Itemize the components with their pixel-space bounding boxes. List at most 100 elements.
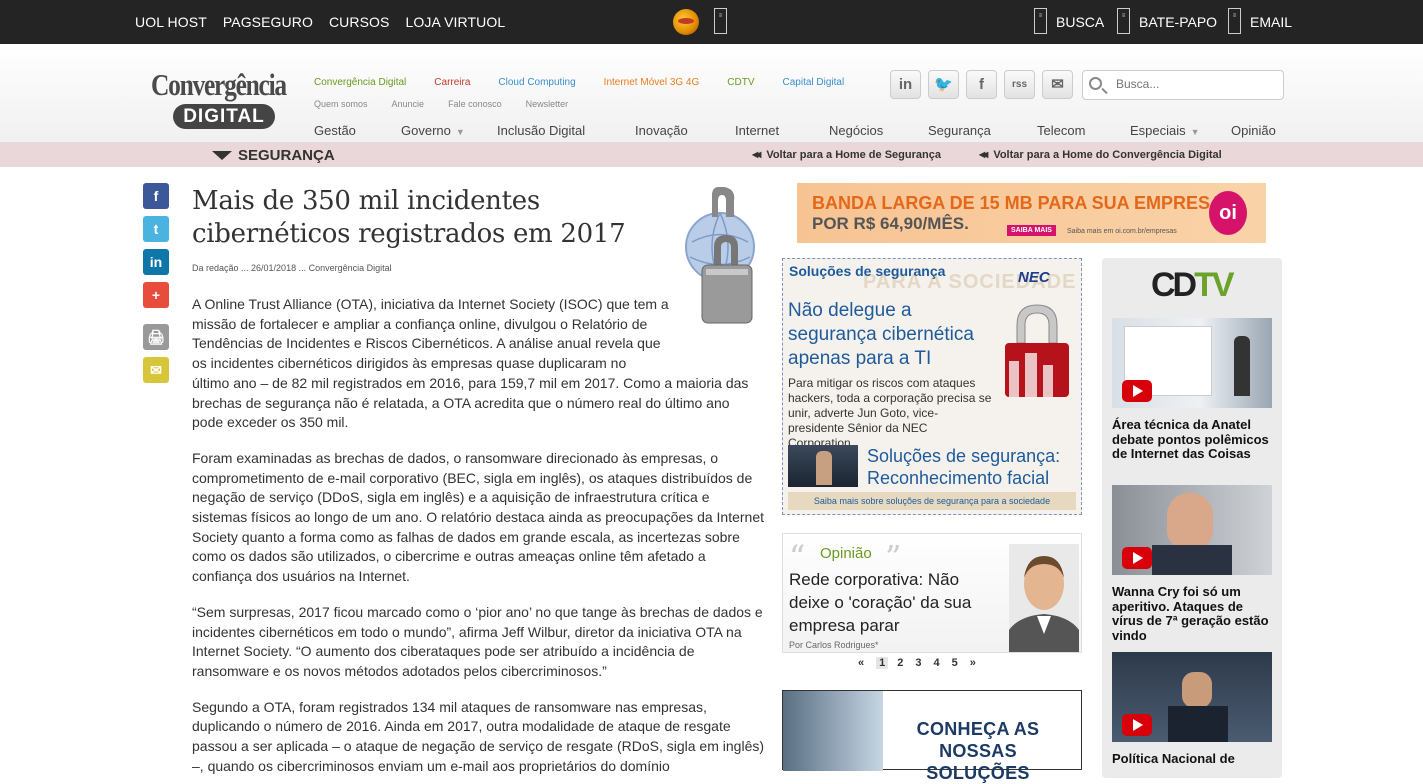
anuncie-link[interactable]: Anuncie <box>392 99 425 109</box>
opinion-title[interactable]: Rede corporativa: Não deixe o 'coração' … <box>789 568 1004 637</box>
chevron-down-icon: ▼ <box>455 127 465 137</box>
article: Mais de 350 mil incidentes cibernéticos … <box>192 185 767 776</box>
video-caption[interactable]: Wanna Cry foi só um aperitivo. Ataques d… <box>1112 584 1272 643</box>
uol-host-link[interactable]: UOL HOST <box>135 14 207 30</box>
back-to-seguranca-link[interactable]: Voltar para a Home de Segurança <box>752 149 941 161</box>
institutional-links: Quem somos Anuncie Fale conosco Newslett… <box>314 99 592 109</box>
linkedin-share-icon[interactable]: in <box>143 249 169 275</box>
speaker-image <box>1234 336 1250 396</box>
pager-prev[interactable]: « <box>858 657 864 669</box>
nav-governo[interactable]: Governo ▼ <box>401 123 465 138</box>
channel-link-capital[interactable]: Capital Digital <box>783 77 845 88</box>
opinion-label: Opinião <box>820 545 872 562</box>
nec-header: Soluções de segurança <box>789 263 946 279</box>
newsletter-link[interactable]: Newsletter <box>526 99 569 109</box>
uol-logo-icon[interactable] <box>673 9 699 35</box>
video-caption[interactable]: Política Nacional de <box>1112 751 1272 767</box>
nec-headline[interactable]: Não delegue a segurança cibernética apen… <box>788 299 988 371</box>
search-input[interactable] <box>1116 77 1276 91</box>
nav-inclusao[interactable]: Inclusão Digital <box>497 123 585 138</box>
email-link[interactable]: EMAIL <box>1250 14 1292 30</box>
pager-page-4[interactable]: 4 <box>934 657 940 669</box>
search-box <box>1082 70 1284 100</box>
chevron-down-icon: ▼ <box>1190 127 1200 137</box>
article-paragraph-4: Segundo a OTA, foram registrados 134 mil… <box>192 698 765 774</box>
channel-link-cloud[interactable]: Cloud Computing <box>498 77 575 88</box>
twitter-share-icon[interactable]: t <box>143 216 169 242</box>
solutions-ad[interactable]: CONHEÇA AS NOSSAS SOLUÇÕES <box>782 690 1082 783</box>
back-to-home-link[interactable]: Voltar para a Home do Convergência Digit… <box>979 149 1221 161</box>
linkedin-icon[interactable]: in <box>890 70 921 99</box>
logo-text-1: Convergência <box>151 67 287 102</box>
channel-link-movel[interactable]: Internet Móvel 3G 4G <box>604 77 700 88</box>
convergencia-digital-logo[interactable]: Convergência DIGITAL <box>151 67 297 129</box>
nav-opiniao[interactable]: Opinião <box>1231 123 1276 138</box>
nav-gestao[interactable]: Gestão <box>314 123 356 138</box>
loja-virtuol-link[interactable]: LOJA VIRTUOL <box>405 14 505 30</box>
pager-page-1[interactable]: 1 <box>876 657 889 669</box>
nec-ad-box[interactable]: PARA A SOCIEDADE Soluções de segurança N… <box>782 258 1082 515</box>
play-icon[interactable] <box>1122 547 1152 569</box>
ad-url: Saiba mais em oi.com.br/empresas <box>1067 228 1177 235</box>
logo-text-2: DIGITAL <box>173 104 275 129</box>
twitter-icon[interactable]: 🐦 <box>928 70 959 99</box>
ad-person-image <box>783 691 883 771</box>
channel-link-cdtv[interactable]: CDTV <box>727 77 754 88</box>
quem-somos-link[interactable]: Quem somos <box>314 99 368 109</box>
nav-telecom[interactable]: Telecom <box>1037 123 1085 138</box>
channel-link-carreira[interactable]: Carreira <box>434 77 470 88</box>
email-article-icon[interactable]: ✉ <box>143 357 169 383</box>
video-thumbnail[interactable] <box>1112 318 1272 408</box>
facebook-share-icon[interactable]: f <box>143 183 169 209</box>
pager-page-2[interactable]: 2 <box>897 657 903 669</box>
facial-recognition-thumbnail[interactable] <box>788 445 858 487</box>
pager-next[interactable]: » <box>970 657 976 669</box>
play-icon[interactable] <box>1122 714 1152 736</box>
cdtv-logo[interactable]: CDTV <box>1151 266 1235 305</box>
nav-especiais[interactable]: Especiais ▼ <box>1130 123 1200 138</box>
bate-papo-link[interactable]: BATE-PAPO <box>1139 14 1217 30</box>
pager-page-5[interactable]: 5 <box>952 657 958 669</box>
person-face-image <box>1167 493 1213 549</box>
bate-papo-icon[interactable]: ≡ <box>1117 8 1130 34</box>
mail-icon[interactable]: ✉ <box>1042 70 1073 99</box>
pagseguro-link[interactable]: PAGSEGURO <box>223 14 313 30</box>
nav-seguranca[interactable]: Segurança <box>928 123 991 138</box>
ad-line-1: BANDA LARGA DE 15 MB PARA SUA EMPRESA <box>812 193 1224 213</box>
video-caption[interactable]: Área técnica da Anatel debate pontos pol… <box>1112 417 1272 462</box>
red-padlock-image <box>1005 304 1069 397</box>
email-icon[interactable]: ≡ <box>1228 8 1241 34</box>
article-paragraph-1b: último ano – de 82 mil registrados em 20… <box>192 374 749 431</box>
article-title: Mais de 350 mil incidentes cibernéticos … <box>192 186 626 249</box>
facebook-icon[interactable]: f <box>966 70 997 99</box>
nav-negocios[interactable]: Negócios <box>829 123 883 138</box>
article-paragraph-1: A Online Trust Alliance (OTA), iniciativ… <box>192 296 669 372</box>
print-icon[interactable]: 🖨 <box>143 324 169 350</box>
cursos-link[interactable]: CURSOS <box>329 14 390 30</box>
nav-internet[interactable]: Internet <box>735 123 779 138</box>
busca-link[interactable]: BUSCA <box>1056 14 1104 30</box>
nav-especiais-label: Especiais <box>1130 123 1186 138</box>
rss-icon[interactable]: rss <box>1004 70 1035 99</box>
fale-conosco-link[interactable]: Fale conosco <box>448 99 502 109</box>
play-icon[interactable] <box>1122 380 1152 402</box>
more-share-icon[interactable]: + <box>143 282 169 308</box>
ad-line-2: POR R$ 64,90/MÊS. <box>812 214 969 233</box>
padlock-globe-image <box>685 187 755 324</box>
pager-page-3[interactable]: 3 <box>915 657 921 669</box>
uol-menu-icon[interactable]: ≡ <box>714 8 727 34</box>
nec-sub-link[interactable]: Soluções de segurança: Reconhecimento fa… <box>867 445 1081 489</box>
busca-icon[interactable]: ≡ <box>1034 8 1047 34</box>
nec-footer-link[interactable]: Saiba mais sobre soluções de segurança p… <box>788 492 1076 510</box>
video-thumbnail[interactable] <box>1112 485 1272 575</box>
ad-solutions-text: CONHEÇA AS NOSSAS SOLUÇÕES <box>916 719 1040 783</box>
channel-link-convergencia[interactable]: Convergência Digital <box>314 77 406 88</box>
uol-links: UOL HOST PAGSEGURO CURSOS LOJA VIRTUOL <box>135 14 505 30</box>
search-icon[interactable] <box>1089 77 1102 90</box>
nav-inovacao[interactable]: Inovação <box>635 123 688 138</box>
opinion-box: “ Opinião ” Rede corporativa: Não deixe … <box>782 533 1082 653</box>
video-thumbnail[interactable] <box>1112 652 1272 742</box>
ad-saiba-mais-button[interactable]: SAIBA MAIS <box>1007 225 1056 236</box>
article-byline: Da redação ... 26/01/2018 ... Convergênc… <box>192 263 392 273</box>
oi-ad-banner[interactable]: BANDA LARGA DE 15 MB PARA SUA EMPRESA PO… <box>797 183 1266 243</box>
